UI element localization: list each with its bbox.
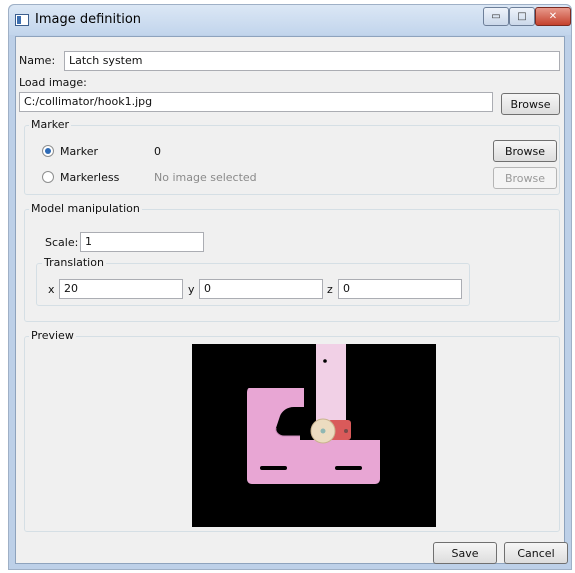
maximize-icon: □ <box>517 11 527 22</box>
marker-group <box>24 125 560 195</box>
marker-group-title: Marker <box>29 118 72 131</box>
window-title: Image definition <box>35 12 142 27</box>
translation-title: Translation <box>42 256 106 269</box>
translation-x-field[interactable]: 20 <box>59 279 183 299</box>
marker-radio[interactable] <box>42 145 54 157</box>
scale-field[interactable]: 1 <box>80 232 204 252</box>
close-button[interactable]: ✕ <box>535 7 571 26</box>
name-field[interactable]: Latch system <box>64 51 560 71</box>
dialog-client-area: Name: Latch system Load image: C:/collim… <box>15 36 568 564</box>
markerless-browse-button[interactable]: Browse <box>493 167 557 189</box>
rod-pin-hole <box>323 359 327 363</box>
load-image-browse-button[interactable]: Browse <box>501 93 560 115</box>
close-icon: ✕ <box>548 11 558 22</box>
minimize-button[interactable]: ▭ <box>483 7 509 26</box>
latch-slot-right <box>335 466 362 470</box>
markerless-radio[interactable] <box>42 171 54 183</box>
preview-image <box>192 344 436 527</box>
save-button[interactable]: Save <box>433 542 497 564</box>
scale-label: Scale: <box>45 236 79 249</box>
load-image-label: Load image: <box>19 76 87 89</box>
latch-slot-left <box>260 466 287 470</box>
z-label: z <box>327 283 333 296</box>
red-block-dot <box>344 429 348 433</box>
minimize-icon: ▭ <box>491 11 501 22</box>
name-label: Name: <box>19 54 56 67</box>
model-manipulation-title: Model manipulation <box>29 202 142 215</box>
maximize-button[interactable]: □ <box>509 7 535 26</box>
cancel-button[interactable]: Cancel <box>504 542 568 564</box>
marker-value: 0 <box>154 145 161 158</box>
translation-z-field[interactable]: 0 <box>338 279 462 299</box>
roller-axle <box>320 428 326 434</box>
markerless-status: No image selected <box>154 171 257 184</box>
image-path-field[interactable]: C:/collimator/hook1.jpg <box>19 92 493 112</box>
marker-browse-button[interactable]: Browse <box>493 140 557 162</box>
dialog-window: Image definition ▭ □ ✕ Name: Latch syste… <box>8 4 572 570</box>
title-bar[interactable]: Image definition ▭ □ ✕ <box>9 5 571 35</box>
marker-radio-label: Marker <box>60 145 99 158</box>
window-icon <box>15 14 29 26</box>
preview-title: Preview <box>29 329 76 342</box>
translation-y-field[interactable]: 0 <box>199 279 323 299</box>
y-label: y <box>188 283 195 296</box>
markerless-radio-label: Markerless <box>60 171 120 184</box>
x-label: x <box>48 283 55 296</box>
